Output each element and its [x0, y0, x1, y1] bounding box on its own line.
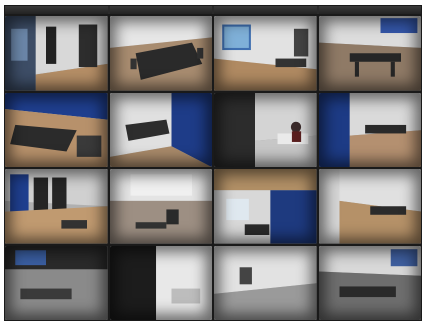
- camera-grid: [4, 5, 422, 321]
- camera-tile-9[interactable]: [5, 169, 108, 244]
- camera-tile-4[interactable]: [318, 16, 421, 91]
- camera-tile-10[interactable]: [109, 169, 212, 244]
- top-camera-row-strip: [5, 6, 421, 14]
- camera-tile-13[interactable]: [5, 245, 108, 320]
- camera-tile-1[interactable]: [5, 16, 108, 91]
- camera-tile-2[interactable]: [109, 16, 212, 91]
- camera-tile-15[interactable]: [214, 245, 317, 320]
- camera-tile-3[interactable]: [214, 16, 317, 91]
- camera-tile-8[interactable]: [318, 92, 421, 167]
- camera-tile-16[interactable]: [318, 245, 421, 320]
- camera-tile-6[interactable]: [109, 92, 212, 167]
- camera-tile-12[interactable]: [318, 169, 421, 244]
- camera-tile-11[interactable]: [214, 169, 317, 244]
- camera-tile-7[interactable]: [214, 92, 317, 167]
- camera-tile-5[interactable]: [5, 92, 108, 167]
- camera-tile-14[interactable]: [109, 245, 212, 320]
